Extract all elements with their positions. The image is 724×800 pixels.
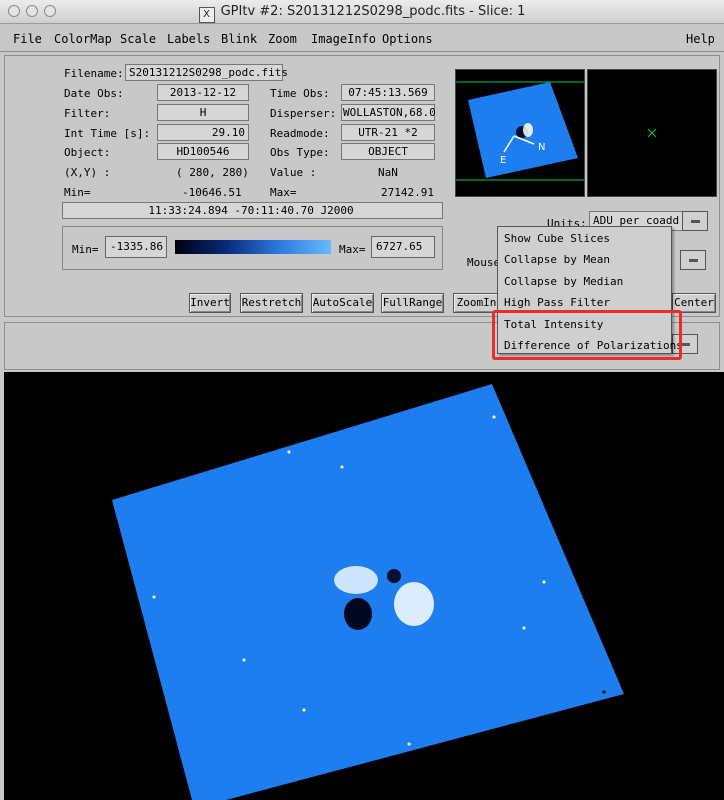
compass-n-label: N (538, 142, 545, 153)
tracker-svg (647, 128, 657, 138)
compass-e-label: E (500, 155, 506, 166)
scale-max-label: Max= (339, 243, 366, 256)
panner-glow (523, 123, 533, 137)
units-menu-button[interactable] (682, 211, 708, 231)
highlight-annotation (492, 310, 682, 360)
value-value: NaN (378, 166, 398, 179)
noise-dot (407, 742, 411, 746)
colorbar (175, 240, 331, 254)
tracking-window (587, 69, 717, 197)
menu-bar: File ColorMap Scale Labels Blink Zoom Im… (0, 24, 724, 52)
filename-field: S20131212S0298_podc.fits (125, 64, 288, 81)
restretch-button[interactable]: Restretch (240, 293, 303, 313)
menu-imageinfo[interactable]: ImageInfo (311, 32, 376, 46)
menu-item-collapse-by-median[interactable]: Collapse by Median (504, 275, 623, 288)
noise-dot (242, 658, 246, 662)
noise-dot (152, 595, 156, 599)
menu-labels[interactable]: Labels (167, 32, 210, 46)
max-value: 27142.91 (381, 186, 434, 199)
value-label: Value : (270, 166, 317, 179)
noise-dot (302, 708, 306, 712)
disperser-field: WOLLASTON,68.0 (341, 104, 436, 121)
timeobs-field: 07:45:13.569 (341, 84, 435, 101)
inttime-label: Int Time [s]: (64, 127, 151, 140)
readmode-field: UTR-21 *2 (341, 124, 435, 141)
menu-zoom[interactable]: Zoom (268, 32, 297, 46)
obstype-field: OBJECT (341, 143, 435, 160)
menu-file[interactable]: File (13, 32, 42, 46)
star-core-dark (344, 598, 372, 630)
title-bar: X GPItv #2: S20131212S0298_podc.fits - Sl… (0, 0, 724, 24)
x11-icon: X (198, 7, 215, 23)
panner-svg: E N (456, 81, 584, 181)
menu-item-collapse-by-mean[interactable]: Collapse by Mean (504, 253, 610, 266)
disperser-label: Disperser: (270, 107, 337, 120)
coords-field: 11:33:24.894 -70:11:40.70 J2000 (62, 202, 443, 219)
menu-scale[interactable]: Scale (120, 32, 156, 46)
inttime-field: 29.10 (157, 124, 249, 141)
noise-dot (287, 450, 291, 454)
readmode-label: Readmode: (270, 127, 330, 140)
noise-dot (522, 626, 526, 630)
menu-item-show-cube-slices[interactable]: Show Cube Slices (504, 232, 610, 245)
date-field: 2013-12-12 (157, 84, 249, 101)
fullrange-button[interactable]: FullRange (381, 293, 444, 313)
panner-window[interactable]: E N (455, 69, 585, 197)
object-field: HD100546 (157, 143, 249, 160)
filename-label: Filename: (64, 67, 124, 80)
noise-dot (340, 465, 344, 469)
menu-blink[interactable]: Blink (221, 32, 257, 46)
disk-glow-right (394, 582, 434, 626)
mouse-mode-menu-button[interactable] (680, 250, 706, 270)
star-core-upper (387, 569, 401, 583)
date-label: Date Obs: (64, 87, 124, 100)
menu-options[interactable]: Options (382, 32, 433, 46)
disk-glow-upper (334, 566, 378, 594)
min-label: Min= (64, 186, 91, 199)
coords-text: 11:33:24.894 -70:11:40.70 J2000 (148, 204, 354, 217)
filter-label: Filter: (64, 107, 111, 120)
xy-label: (X,Y) : (64, 166, 111, 179)
min-value: -10646.51 (182, 186, 242, 199)
timeobs-label: Time Obs: (270, 87, 330, 100)
scale-min-input[interactable]: -1335.86 (105, 236, 167, 258)
scale-min-label: Min= (72, 243, 99, 256)
scale-max-input[interactable]: 6727.65 (371, 236, 435, 258)
menu-help[interactable]: Help (686, 32, 715, 46)
invert-button[interactable]: Invert (189, 293, 231, 313)
noise-dot (602, 690, 606, 694)
menu-item-high-pass-filter[interactable]: High Pass Filter (504, 296, 610, 309)
filter-field: H (157, 104, 249, 121)
autoscale-button[interactable]: AutoScale (311, 293, 374, 313)
main-image-display[interactable] (4, 372, 724, 800)
max-label: Max= (270, 186, 297, 199)
noise-dot (542, 580, 546, 584)
window-title: X GPItv #2: S20131212S0298_podc.fits - Sl… (0, 4, 724, 23)
xy-value: ( 280, 280) (176, 166, 249, 179)
menu-colormap[interactable]: ColorMap (54, 32, 112, 46)
object-label: Object: (64, 146, 111, 159)
mouse-label: Mouse (467, 256, 501, 269)
window-title-text: GPItv #2: S20131212S0298_podc.fits - Sli… (220, 4, 526, 19)
obstype-label: Obs Type: (270, 146, 330, 159)
noise-dot (492, 415, 496, 419)
main-image-svg (112, 384, 624, 800)
image-frame (112, 384, 624, 800)
